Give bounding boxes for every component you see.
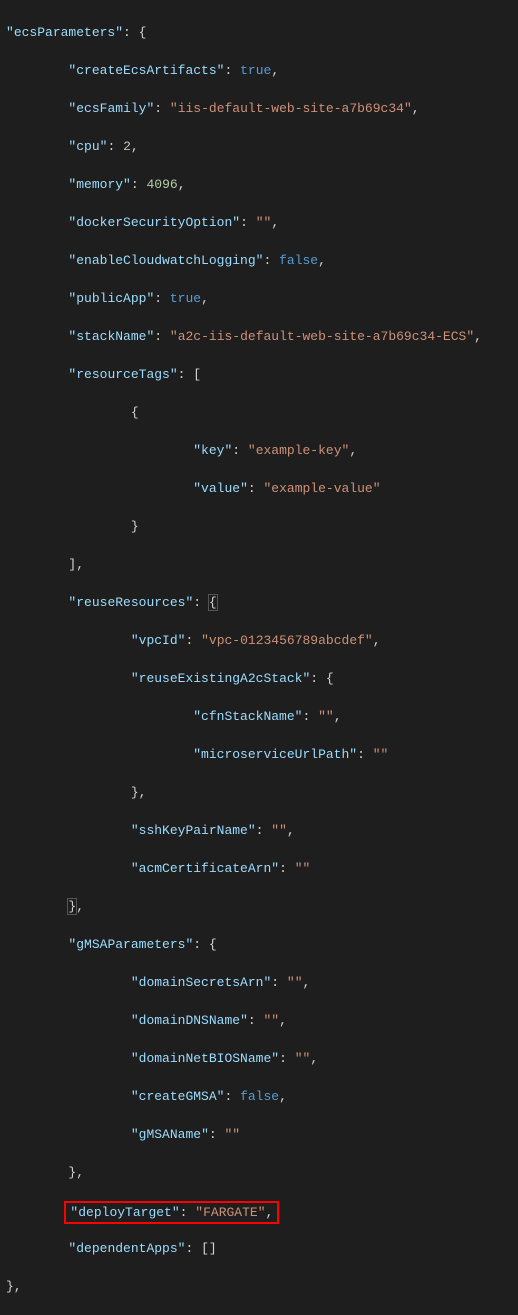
code-line: "memory": 4096, (6, 175, 518, 194)
code-line: }, (6, 1277, 518, 1296)
code-line: "domainSecretsArn": "", (6, 973, 518, 992)
code-line: ], (6, 555, 518, 574)
code-line: "cfnStackName": "", (6, 707, 518, 726)
code-line: "microserviceUrlPath": "" (6, 745, 518, 764)
code-line: "gMSAParameters": { (6, 935, 518, 954)
code-line: "reuseResources": { (6, 593, 518, 612)
code-line: "dependentApps": [] (6, 1239, 518, 1258)
code-line: "resourceTags": [ (6, 365, 518, 384)
code-line: "sshKeyPairName": "", (6, 821, 518, 840)
code-line: "createGMSA": false, (6, 1087, 518, 1106)
code-line-highlighted: "deployTarget": "FARGATE", (6, 1201, 518, 1220)
code-line: "gMSAName": "" (6, 1125, 518, 1144)
code-line: "createEcsArtifacts": true, (6, 61, 518, 80)
code-line: }, (6, 1163, 518, 1182)
code-line: }, (6, 783, 518, 802)
code-line: "publicApp": true, (6, 289, 518, 308)
code-line: "vpcId": "vpc-0123456789abcdef", (6, 631, 518, 650)
code-line: "ecsFamily": "iis-default-web-site-a7b69… (6, 99, 518, 118)
code-line: "enableCloudwatchLogging": false, (6, 251, 518, 270)
highlight-box: "deployTarget": "FARGATE", (64, 1201, 279, 1224)
code-line: "domainDNSName": "", (6, 1011, 518, 1030)
code-line: "key": "example-key", (6, 441, 518, 460)
code-line: "stackName": "a2c-iis-default-web-site-a… (6, 327, 518, 346)
code-line: "value": "example-value" (6, 479, 518, 498)
code-line: "ecsParameters": { (6, 23, 518, 42)
code-line: "cpu": 2, (6, 137, 518, 156)
code-editor[interactable]: "ecsParameters": { "createEcsArtifacts":… (0, 4, 518, 1315)
code-line: } (6, 517, 518, 536)
code-line: "dockerSecurityOption": "", (6, 213, 518, 232)
code-line: }, (6, 897, 518, 916)
code-line: "domainNetBIOSName": "", (6, 1049, 518, 1068)
code-line: "acmCertificateArn": "" (6, 859, 518, 878)
code-line: { (6, 403, 518, 422)
